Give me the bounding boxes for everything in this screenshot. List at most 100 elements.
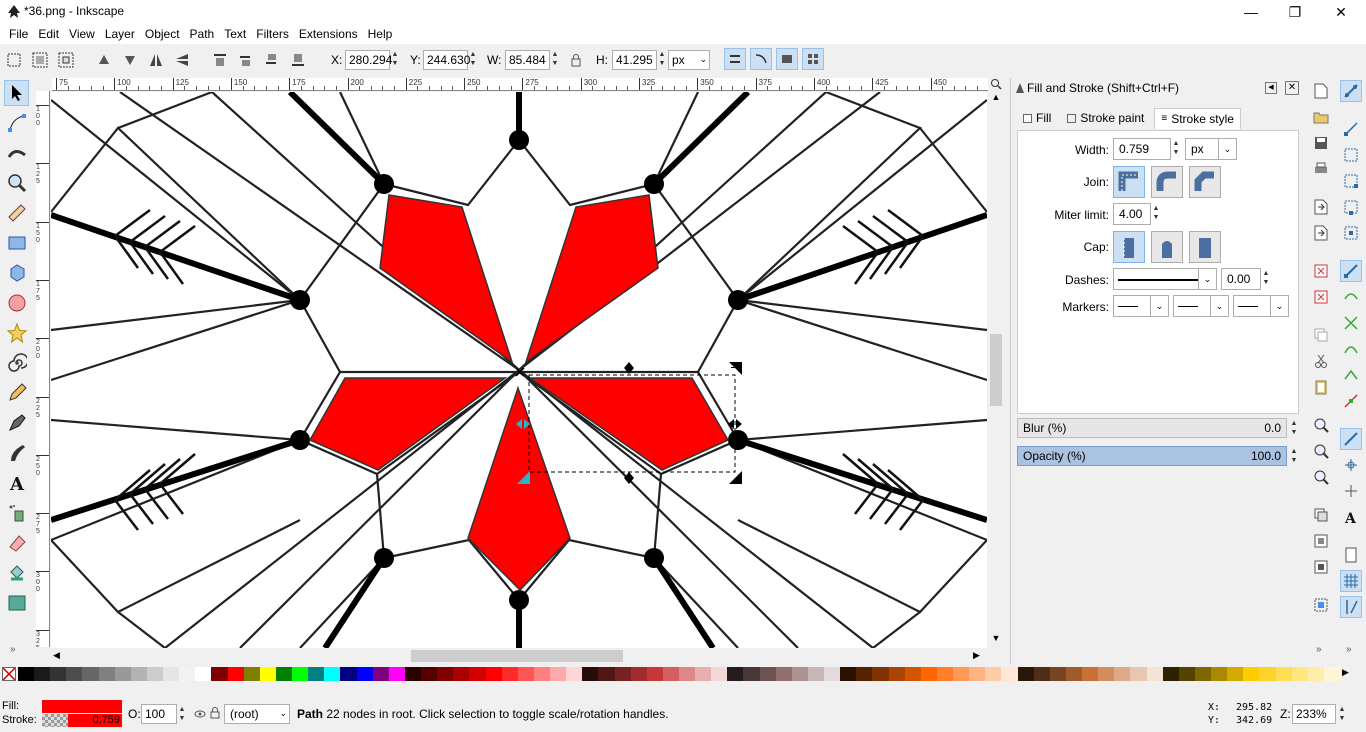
dash-pattern-select[interactable]: ⌄ [1113, 268, 1217, 290]
palette-swatch[interactable] [340, 667, 358, 681]
pen-tool[interactable] [4, 410, 29, 436]
menu-path[interactable]: Path [185, 27, 220, 41]
dialog-iconify-button[interactable]: ◀ [1265, 82, 1277, 94]
layer-lock-icon[interactable] [210, 707, 220, 722]
join-round-button[interactable] [1151, 166, 1183, 198]
palette-swatch[interactable] [308, 667, 326, 681]
palette-swatch[interactable] [1162, 667, 1180, 681]
clone-icon[interactable] [1310, 530, 1332, 552]
rectangle-tool[interactable] [4, 230, 29, 256]
paste-icon[interactable] [1310, 376, 1332, 398]
palette-swatch[interactable] [920, 667, 938, 681]
palette-swatch[interactable] [1178, 667, 1196, 681]
no-paint-swatch[interactable] [2, 667, 16, 681]
zoom-page-icon[interactable] [1310, 466, 1332, 488]
menu-view[interactable]: View [64, 27, 100, 41]
vertical-scroll-thumb[interactable] [990, 334, 1002, 406]
snap-nodes-icon[interactable] [1340, 260, 1362, 282]
menu-edit[interactable]: Edit [33, 27, 64, 41]
vertical-ruler[interactable]: 1 0 0 1 2 5 1 5 0 1 7 5 2 0 0 2 2 5 2 5 0 2 7 5… [36, 91, 50, 647]
spray-tool[interactable] [4, 500, 29, 526]
palette-swatch[interactable] [1033, 667, 1051, 681]
palette-swatch[interactable] [517, 667, 535, 681]
miter-limit-input[interactable]: 4.00 [1113, 203, 1151, 225]
snap-text-baseline-icon[interactable]: A [1340, 506, 1362, 528]
3d-box-tool[interactable] [4, 260, 29, 286]
palette-swatch[interactable] [1098, 667, 1116, 681]
palette-swatch[interactable] [1275, 667, 1293, 681]
palette-swatch[interactable] [372, 667, 390, 681]
w-spinner[interactable]: ▲ ▼ [550, 50, 560, 70]
menu-text[interactable]: Text [219, 27, 251, 41]
snap-line-midpoints-icon[interactable] [1340, 390, 1362, 412]
palette-swatch[interactable] [1001, 667, 1019, 681]
stroke-width-spinner[interactable]: ▲ ▼ [1171, 139, 1181, 159]
palette-swatch[interactable] [1291, 667, 1309, 681]
cap-square-button[interactable] [1189, 231, 1221, 263]
stroke-color-swatch[interactable] [68, 714, 92, 727]
menu-filters[interactable]: Filters [251, 27, 294, 41]
move-gradients-icon[interactable] [776, 48, 798, 70]
palette-swatch[interactable] [114, 667, 132, 681]
palette-swatch[interactable] [18, 667, 35, 681]
x-spinner[interactable]: ▲ ▼ [390, 50, 400, 70]
palette-swatch[interactable] [743, 667, 761, 681]
snap-bbox-icon[interactable] [1340, 118, 1362, 140]
palette-swatch[interactable] [1243, 667, 1261, 681]
palette-swatch[interactable] [807, 667, 825, 681]
palette-swatch[interactable] [179, 667, 197, 681]
palette-swatch[interactable] [1211, 667, 1229, 681]
palette-swatch[interactable] [1049, 667, 1067, 681]
lock-icon[interactable] [566, 50, 586, 70]
palette-swatch[interactable] [421, 667, 439, 681]
palette-swatch[interactable] [66, 667, 84, 681]
tweak-tool[interactable] [4, 140, 29, 166]
palette-swatch[interactable] [936, 667, 954, 681]
node-tool[interactable] [4, 110, 29, 136]
snap-smooth-nodes-icon[interactable] [1340, 364, 1362, 386]
lower-to-bottom-icon[interactable] [288, 50, 308, 70]
unit-select[interactable]: px ⌄ [668, 50, 710, 70]
palette-swatch[interactable] [824, 667, 842, 681]
h-input[interactable]: 41.295 [612, 50, 657, 70]
drawing-canvas[interactable] [51, 92, 987, 648]
palette-swatch[interactable] [1194, 667, 1212, 681]
save-icon[interactable] [1310, 132, 1332, 154]
palette-swatch[interactable] [1065, 667, 1083, 681]
join-miter-button[interactable] [1113, 166, 1145, 198]
scale-stroke-icon[interactable] [724, 48, 746, 70]
palette-swatch[interactable] [404, 667, 422, 681]
close-button[interactable]: ✕ [1318, 0, 1364, 24]
palette-swatch[interactable] [1114, 667, 1132, 681]
end-marker-select[interactable]: ⌄ [1233, 295, 1289, 317]
zoom-spinner[interactable]: ▲ ▼ [1337, 705, 1347, 725]
snap-guides-icon[interactable] [1340, 596, 1362, 618]
palette-swatch[interactable] [98, 667, 116, 681]
pencil-tool[interactable] [4, 380, 29, 406]
horizontal-ruler[interactable]: 75 100 125 150 175 200 225 250 275 300 325 350 375 40… [52, 78, 988, 91]
snap-rotation-center-icon[interactable] [1340, 480, 1362, 502]
palette-swatch[interactable] [582, 667, 600, 681]
vertical-scrollbar[interactable]: ▲ ▼ [988, 92, 1004, 648]
palette-swatch[interactable] [759, 667, 777, 681]
duplicate-icon[interactable] [1310, 504, 1332, 526]
export-icon[interactable] [1310, 222, 1332, 244]
stroke-width-input[interactable]: 0.759 [1113, 138, 1171, 160]
snap-grid-icon[interactable] [1340, 570, 1362, 592]
x-input[interactable]: 280.294 [345, 50, 392, 70]
xml-editor-icon[interactable] [1310, 594, 1332, 616]
start-marker-select[interactable]: ⌄ [1113, 295, 1169, 317]
print-icon[interactable] [1310, 158, 1332, 180]
palette-swatch[interactable] [259, 667, 277, 681]
palette-swatch[interactable] [953, 667, 971, 681]
selector-tool[interactable] [4, 80, 29, 106]
dialog-close-button[interactable]: ✕ [1285, 81, 1299, 95]
y-input[interactable]: 244.630 [423, 50, 470, 70]
raise-to-top-icon[interactable] [210, 50, 230, 70]
palette-swatch[interactable] [1017, 667, 1035, 681]
opacity-slider[interactable]: Opacity (%) 100.0 [1017, 446, 1287, 466]
snap-bbox-corner-icon[interactable] [1340, 170, 1362, 192]
palette-swatch[interactable] [856, 667, 874, 681]
snap-bbox-edge-icon[interactable] [1340, 144, 1362, 166]
cap-butt-button[interactable] [1113, 231, 1145, 263]
